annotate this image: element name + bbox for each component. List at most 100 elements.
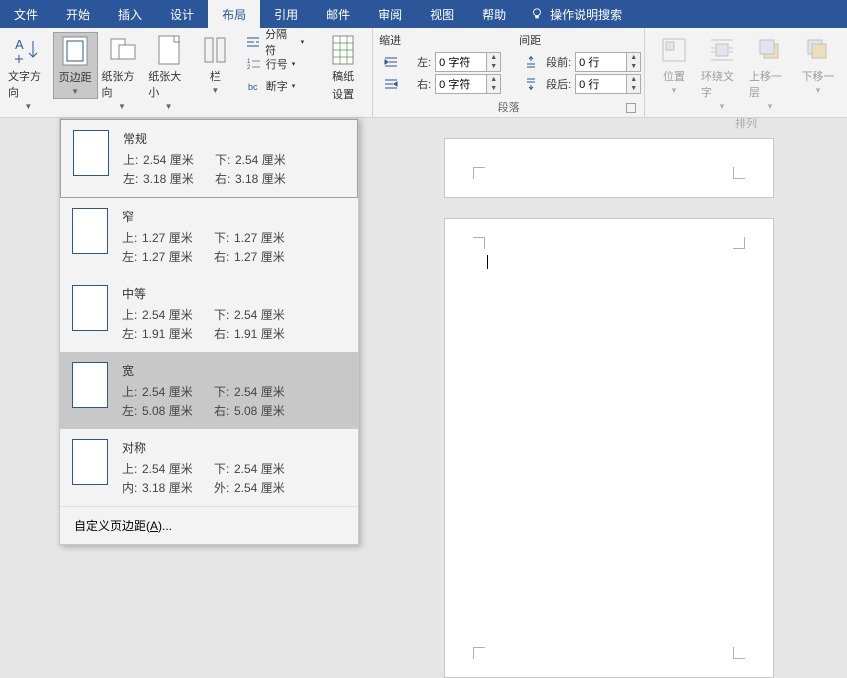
grid-paper-icon <box>327 34 359 66</box>
send-backward-icon <box>802 34 834 66</box>
ribbon-tabs: 文件 开始 插入 设计 布局 引用 邮件 审阅 视图 帮助 操作说明搜索 <box>0 0 847 28</box>
margins-option-title: 中等 <box>122 285 346 302</box>
group-label-paragraph: 段落 <box>379 97 638 115</box>
margins-option-mirrored[interactable]: 对称 上:2.54 厘米 下:2.54 厘米 内:3.18 厘米 外:2.54 … <box>60 429 358 506</box>
margins-thumb-icon <box>73 130 109 176</box>
position-label: 位置 <box>663 68 685 84</box>
spacing-before-spinner[interactable]: ▲▼ <box>575 52 641 72</box>
margins-option-wide[interactable]: 宽 上:2.54 厘米 下:2.54 厘米 左:5.08 厘米 右:5.08 厘… <box>60 352 358 429</box>
orientation-button[interactable]: 纸张方向 ▼ <box>100 32 145 113</box>
orientation-label: 纸张方向 <box>102 68 143 100</box>
svg-text:A: A <box>15 37 24 52</box>
margins-option-title: 对称 <box>122 439 346 456</box>
wrap-text-icon <box>706 34 738 66</box>
spin-up-icon[interactable]: ▲ <box>627 53 640 62</box>
margins-option-moderate[interactable]: 中等 上:2.54 厘米 下:2.54 厘米 左:1.91 厘米 右:1.91 … <box>60 275 358 352</box>
paper-settings-button[interactable]: 稿纸 设置 <box>320 32 366 104</box>
position-button: 位置 ▼ <box>651 32 697 97</box>
paper-settings-label2: 设置 <box>332 86 354 102</box>
indent-left-input[interactable] <box>435 52 487 72</box>
indent-left-spinner[interactable]: ▲▼ <box>435 52 501 72</box>
dropdown-caret-icon: ▼ <box>670 86 678 95</box>
bring-forward-button: 上移一层 ▼ <box>747 32 793 113</box>
tab-view[interactable]: 视图 <box>416 0 468 28</box>
indent-right-input[interactable] <box>435 74 487 94</box>
spacing-after-input[interactable] <box>575 74 627 94</box>
spin-down-icon[interactable]: ▼ <box>487 62 500 71</box>
text-direction-label: 文字方向 <box>8 68 49 100</box>
margins-option-title: 窄 <box>122 208 346 225</box>
document-area[interactable] <box>370 118 847 678</box>
indent-left-icon <box>383 54 399 70</box>
send-backward-label: 下移一 <box>802 68 835 84</box>
ribbon: A 文字方向 ▼ 页边距 ▼ 纸张方向 ▼ <box>0 28 847 118</box>
tell-me-search[interactable]: 操作说明搜索 <box>520 0 632 28</box>
margins-thumb-icon <box>72 208 108 254</box>
svg-text:2: 2 <box>247 65 251 71</box>
spin-down-icon[interactable]: ▼ <box>487 84 500 93</box>
tab-layout[interactable]: 布局 <box>208 0 260 28</box>
spacing-before-icon <box>523 54 539 70</box>
text-cursor <box>487 255 488 269</box>
dialog-launcher-icon[interactable] <box>626 103 636 113</box>
columns-label: 栏 <box>210 68 221 84</box>
hyphenation-icon: bc <box>246 78 262 94</box>
breaks-button[interactable]: 分隔符 ▾ <box>242 32 308 52</box>
dropdown-caret-icon: ▼ <box>718 102 726 111</box>
indent-left-label: 左: <box>403 54 431 70</box>
tab-insert[interactable]: 插入 <box>104 0 156 28</box>
margins-label: 页边距 <box>59 69 92 85</box>
spin-up-icon[interactable]: ▲ <box>487 53 500 62</box>
columns-icon <box>199 34 231 66</box>
tab-review[interactable]: 审阅 <box>364 0 416 28</box>
wrap-text-label: 环绕文字 <box>701 68 743 100</box>
paper-settings-label1: 稿纸 <box>332 68 354 84</box>
spin-up-icon[interactable]: ▲ <box>627 75 640 84</box>
margin-corner-icon <box>473 237 485 249</box>
dropdown-caret-icon: ▼ <box>766 102 774 111</box>
indent-heading: 缩进 <box>379 32 505 48</box>
margin-corner-icon <box>473 167 485 179</box>
custom-margins-button[interactable]: 自定义页边距(A)... <box>60 506 358 544</box>
tab-mailings[interactable]: 邮件 <box>312 0 364 28</box>
position-icon <box>658 34 690 66</box>
group-label-paper <box>320 113 366 115</box>
size-button[interactable]: 纸张大小 ▼ <box>146 32 191 113</box>
spacing-before-label: 段前: <box>543 54 571 70</box>
line-numbers-button[interactable]: 12 行号 ▾ <box>242 54 308 74</box>
margins-option-normal[interactable]: 常规 上:2.54 厘米 下:2.54 厘米 左:3.18 厘米 右:3.18 … <box>60 119 358 198</box>
margins-gallery: 常规 上:2.54 厘米 下:2.54 厘米 左:3.18 厘米 右:3.18 … <box>59 118 359 545</box>
indent-right-spinner[interactable]: ▲▼ <box>435 74 501 94</box>
spacing-after-spinner[interactable]: ▲▼ <box>575 74 641 94</box>
spacing-heading: 间距 <box>519 32 645 48</box>
tab-help[interactable]: 帮助 <box>468 0 520 28</box>
orientation-icon <box>106 34 138 66</box>
spin-down-icon[interactable]: ▼ <box>627 62 640 71</box>
hyphenation-button[interactable]: bc 断字 ▾ <box>242 76 308 96</box>
columns-button[interactable]: 栏 ▼ <box>193 32 238 97</box>
indent-right-icon <box>383 76 399 92</box>
margins-option-title: 常规 <box>123 130 345 147</box>
spacing-after-icon <box>523 76 539 92</box>
spin-up-icon[interactable]: ▲ <box>487 75 500 84</box>
margins-icon <box>59 35 91 67</box>
page-previous[interactable] <box>444 138 774 198</box>
lightbulb-icon <box>530 7 544 21</box>
dropdown-caret-icon: ▼ <box>24 102 32 111</box>
spin-down-icon[interactable]: ▼ <box>627 84 640 93</box>
tab-references[interactable]: 引用 <box>260 0 312 28</box>
margins-button[interactable]: 页边距 ▼ <box>53 32 98 99</box>
margins-thumb-icon <box>72 285 108 331</box>
tell-me-label: 操作说明搜索 <box>550 6 622 23</box>
spacing-before-input[interactable] <box>575 52 627 72</box>
tab-home[interactable]: 开始 <box>52 0 104 28</box>
page-current[interactable] <box>444 218 774 678</box>
text-direction-button[interactable]: A 文字方向 ▼ <box>6 32 51 113</box>
text-direction-icon: A <box>12 34 44 66</box>
tab-design[interactable]: 设计 <box>156 0 208 28</box>
margins-option-narrow[interactable]: 窄 上:1.27 厘米 下:1.27 厘米 左:1.27 厘米 右:1.27 厘… <box>60 198 358 275</box>
spacing-after-label: 段后: <box>543 76 571 92</box>
breaks-icon <box>246 34 261 50</box>
tab-file[interactable]: 文件 <box>0 0 52 28</box>
hyphenation-label: 断字 <box>266 78 288 94</box>
